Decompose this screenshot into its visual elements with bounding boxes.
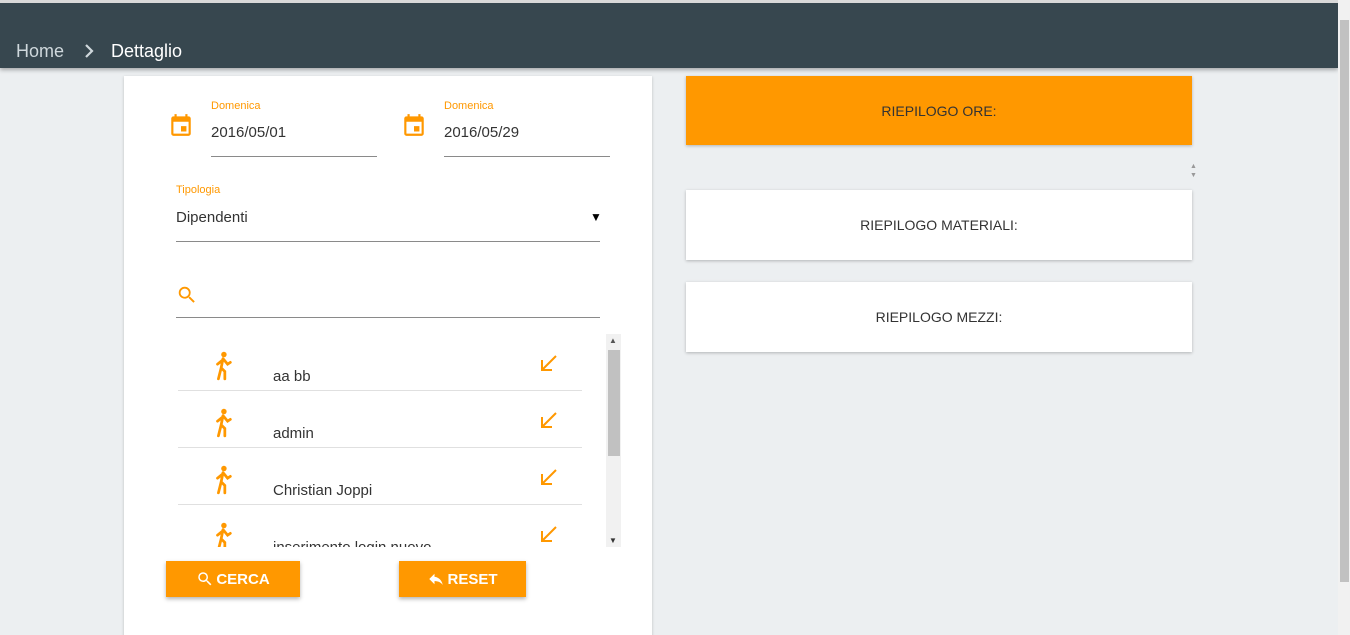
- tipologia-label: Tipologia: [176, 184, 221, 196]
- tipologia-underline: [176, 241, 600, 242]
- reset-button[interactable]: RESET: [399, 561, 526, 597]
- filter-panel: Domenica 2016/05/01 Domenica 2016/05/29 …: [124, 76, 652, 635]
- riepilogo-materiali-card[interactable]: RIEPILOGO MATERIALI:: [686, 190, 1192, 260]
- search-input[interactable]: [208, 282, 598, 308]
- list-item-name: inserimento login nuovo: [273, 539, 431, 547]
- reset-button-label: RESET: [447, 570, 498, 588]
- dropdown-arrow-icon[interactable]: ▼: [590, 210, 602, 224]
- list-scrollbar-thumb[interactable]: [608, 350, 620, 456]
- list-scrollbar[interactable]: ▲ ▼: [606, 334, 621, 547]
- breadcrumb-home[interactable]: Home: [16, 41, 64, 62]
- calendar-icon[interactable]: [168, 112, 194, 138]
- scroll-up-icon[interactable]: ▲: [609, 336, 617, 345]
- walking-person-icon: [212, 350, 234, 382]
- riepilogo-mezzi-card[interactable]: RIEPILOGO MEZZI:: [686, 282, 1192, 352]
- page-scrollbar[interactable]: [1338, 0, 1350, 635]
- arrow-down-left-icon[interactable]: [538, 409, 560, 431]
- riepilogo-ore-card[interactable]: RIEPILOGO ORE:: [686, 76, 1192, 145]
- start-date-input[interactable]: 2016/05/01: [211, 124, 286, 141]
- walking-person-icon: [212, 521, 234, 547]
- breadcrumb-current: Dettaglio: [111, 41, 183, 61]
- list-item[interactable]: admin: [178, 391, 582, 448]
- start-date-label: Domenica: [211, 100, 261, 112]
- end-date-underline: [444, 156, 610, 157]
- list-item-name: admin: [273, 425, 314, 442]
- arrow-down-left-icon[interactable]: [538, 352, 560, 374]
- riepilogo-mezzi-label: RIEPILOGO MEZZI:: [875, 309, 1003, 325]
- list-item-name: aa bb: [273, 368, 311, 385]
- chevron-right-icon: [82, 43, 96, 64]
- arrow-down-left-icon[interactable]: [538, 523, 560, 545]
- search-underline: [176, 317, 600, 318]
- search-icon: [198, 572, 212, 586]
- arrow-down-left-icon[interactable]: [538, 466, 560, 488]
- end-date-input[interactable]: 2016/05/29: [444, 124, 519, 141]
- list-item-name: Christian Joppi: [273, 482, 373, 499]
- walking-person-icon: [212, 464, 234, 496]
- list-item[interactable]: Christian Joppi: [178, 448, 582, 505]
- calendar-icon[interactable]: [401, 112, 427, 138]
- reply-icon: [429, 573, 444, 585]
- list-item[interactable]: inserimento login nuovo: [178, 505, 582, 547]
- list-item[interactable]: aa bb: [178, 334, 582, 391]
- page-scrollbar-thumb[interactable]: [1340, 20, 1349, 582]
- riepilogo-materiali-label: RIEPILOGO MATERIALI:: [860, 217, 1018, 233]
- end-date-label: Domenica: [444, 100, 494, 112]
- walking-person-icon: [212, 407, 234, 439]
- people-list: aa bb admin Christian Joppi ▲ ▼: [178, 334, 621, 547]
- cerca-button-label: CERCA: [216, 570, 270, 588]
- search-icon: [176, 284, 198, 306]
- tipologia-select[interactable]: Dipendenti: [176, 209, 248, 226]
- top-app-bar: Home Dettaglio: [0, 0, 1338, 68]
- cerca-button[interactable]: CERCA: [166, 561, 300, 597]
- spinner-icon[interactable]: ▲ ▼: [1190, 162, 1197, 180]
- start-date-underline: [211, 156, 377, 157]
- riepilogo-ore-label: RIEPILOGO ORE:: [881, 102, 997, 119]
- scroll-down-icon[interactable]: ▼: [609, 536, 617, 545]
